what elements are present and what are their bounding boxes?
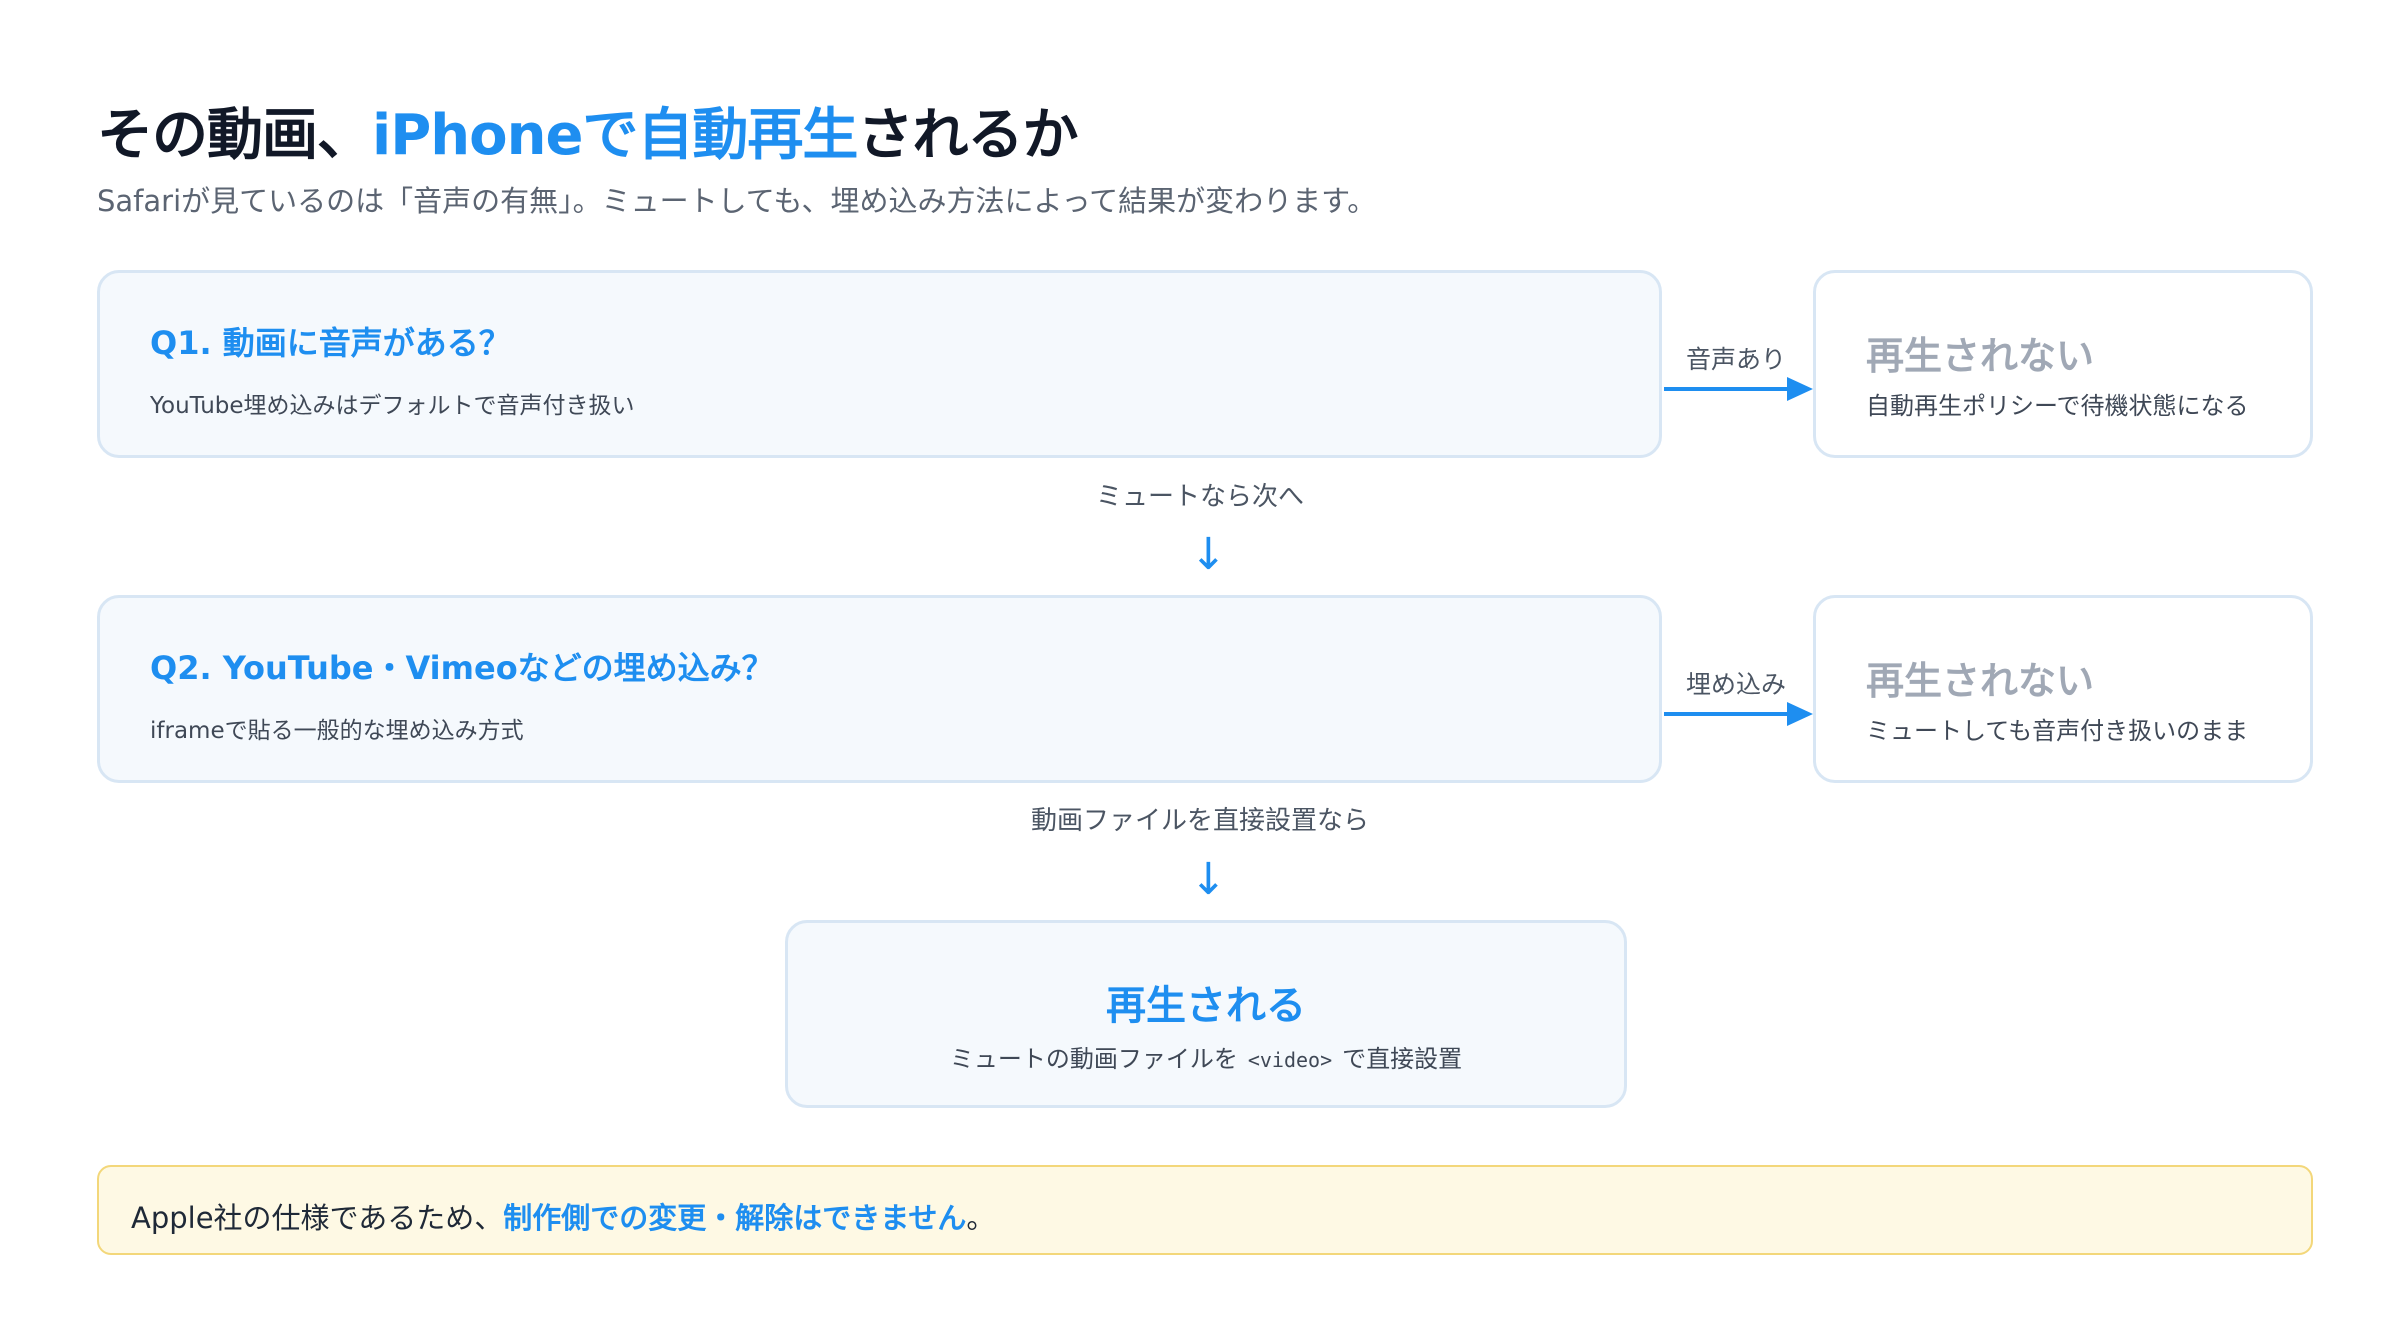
question-1-title: Q1. 動画に音声がある？ bbox=[150, 324, 511, 362]
q2-down-label: 動画ファイルを直接設置なら bbox=[1030, 806, 1369, 836]
q1-down-label: ミュートなら次へ bbox=[1095, 482, 1304, 512]
page-title: その動画、iPhoneで自動再生されるか bbox=[97, 90, 1078, 171]
note-text: Apple社の仕様であるため、制作側での変更・解除はできません。 bbox=[131, 1195, 995, 1237]
title-post: されるか bbox=[857, 103, 1078, 168]
note-banner: Apple社の仕様であるため、制作側での変更・解除はできません。 bbox=[97, 1165, 2313, 1255]
q1-result-box: 再生されない 自動再生ポリシーで待機状態になる bbox=[1813, 270, 2313, 458]
q2-result-box: 再生されない ミュートしても音声付き扱いのまま bbox=[1813, 595, 2313, 783]
question-2-box: Q2. YouTube・Vimeoなどの埋め込み？ iframeで貼る一般的な埋… bbox=[97, 595, 1662, 783]
page-subtitle: Safariが見ているのは「音声の有無」。ミュートしても、埋め込み方法によって結… bbox=[97, 184, 1377, 218]
title-accent: iPhoneで自動再生 bbox=[372, 103, 858, 168]
note-pre: Apple社の仕様であるため、 bbox=[131, 1201, 504, 1235]
final-result-title: 再生される bbox=[1106, 983, 1306, 1029]
q1-result-title: 再生されない bbox=[1866, 334, 2095, 378]
video-tag-code: <video> bbox=[1247, 1048, 1333, 1072]
q1-down-arrow-icon: ↓ bbox=[1190, 529, 1227, 580]
q1-right-arrow-icon bbox=[1664, 377, 1813, 401]
q2-result-desc: ミュートしても音声付き扱いのまま bbox=[1866, 717, 2249, 745]
question-1-box: Q1. 動画に音声がある？ YouTube埋め込みはデフォルトで音声付き扱い bbox=[97, 270, 1662, 458]
final-result-box: 再生される ミュートの動画ファイルを <video> で直接設置 bbox=[785, 920, 1627, 1108]
question-1-desc: YouTube埋め込みはデフォルトで音声付き扱い bbox=[150, 393, 635, 419]
note-highlight: 制作側での変更・解除はできません bbox=[503, 1201, 967, 1235]
final-desc-post: で直接設置 bbox=[1342, 1045, 1463, 1073]
note-post: 。 bbox=[966, 1201, 996, 1235]
title-pre: その動画、 bbox=[97, 103, 373, 168]
final-result-desc: ミュートの動画ファイルを <video> で直接設置 bbox=[788, 1039, 1624, 1074]
q1-result-desc: 自動再生ポリシーで待機状態になる bbox=[1866, 392, 2249, 420]
final-desc-pre: ミュートの動画ファイルを bbox=[949, 1045, 1238, 1073]
q2-result-title: 再生されない bbox=[1866, 659, 2095, 703]
q2-edge-label: 埋め込み bbox=[1686, 670, 1787, 699]
question-2-title: Q2. YouTube・Vimeoなどの埋め込み？ bbox=[150, 649, 774, 687]
question-2-desc: iframeで貼る一般的な埋め込み方式 bbox=[150, 718, 524, 744]
q1-edge-label: 音声あり bbox=[1686, 345, 1787, 374]
q2-right-arrow-icon bbox=[1664, 702, 1813, 726]
q2-down-arrow-icon: ↓ bbox=[1190, 854, 1227, 905]
